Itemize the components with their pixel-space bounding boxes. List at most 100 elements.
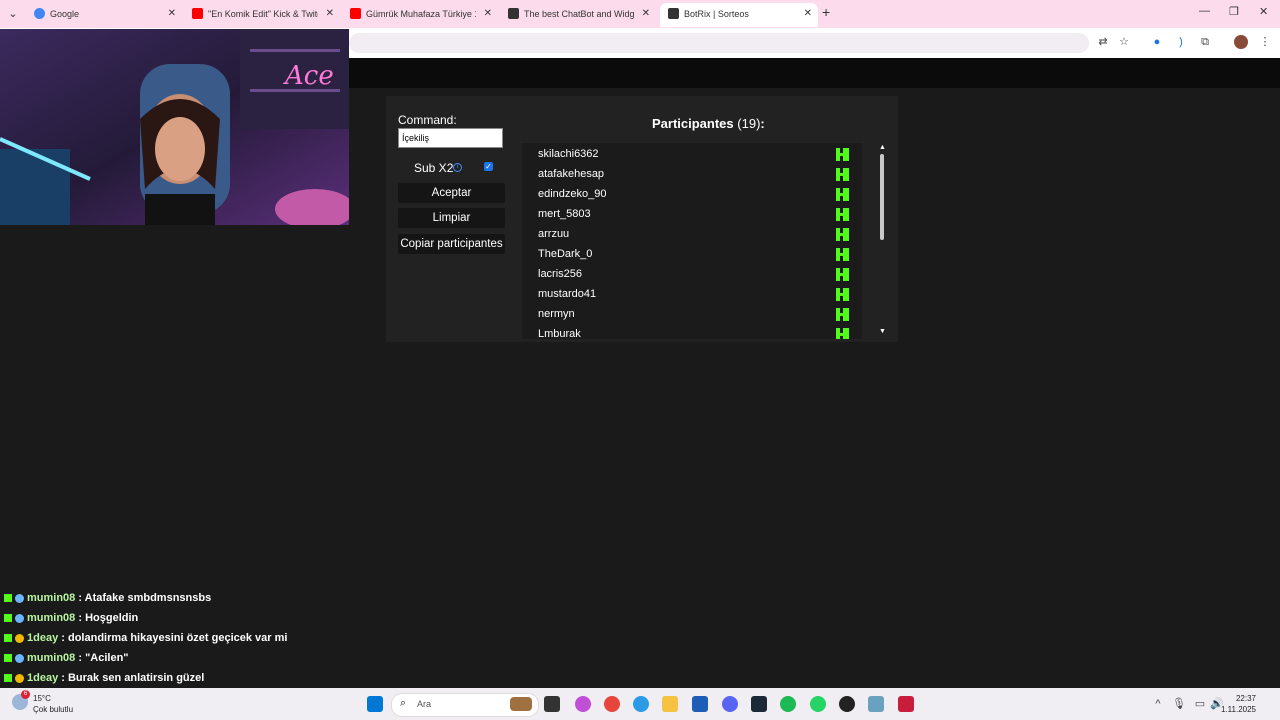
task-view-icon[interactable]	[544, 696, 560, 712]
translate-icon[interactable]: ⇄	[1096, 35, 1110, 49]
clock-time[interactable]: 22:37	[1236, 694, 1256, 703]
store-icon[interactable]	[692, 696, 708, 712]
badge-icon	[15, 653, 24, 663]
app-icon[interactable]	[868, 696, 884, 712]
participant-name: skilachi6362	[538, 148, 599, 160]
clock-date[interactable]: 1.11.2025	[1221, 705, 1256, 714]
chrome-icon[interactable]	[604, 696, 620, 712]
tab-title: Gümrük Muhafaza Türkiye 16. E…	[366, 9, 476, 19]
participant-name: TheDark_0	[538, 248, 593, 260]
participant-name: atafakehesap	[538, 168, 605, 180]
chat-text: "Acilen"	[85, 652, 129, 664]
close-icon[interactable]: ✕	[642, 3, 650, 25]
bookmark-star-icon[interactable]: ☆	[1117, 35, 1131, 49]
more-menu-icon[interactable]: ⋮	[1258, 35, 1272, 49]
chat-separator: :	[75, 652, 86, 664]
accept-button[interactable]: Aceptar	[398, 183, 505, 203]
tab-title: Google	[50, 9, 80, 19]
scrollbar-thumb[interactable]	[880, 154, 884, 240]
minimize-icon[interactable]: —	[1199, 5, 1210, 17]
sub-x2-checkbox[interactable]: ✓	[484, 162, 493, 171]
command-label: Command:	[398, 113, 457, 127]
kick-icon	[4, 594, 12, 603]
steam-icon[interactable]	[751, 696, 767, 712]
tab-google[interactable]: Google ✕	[26, 3, 182, 27]
list-item: nermyn	[538, 304, 858, 324]
extensions-puzzle-icon[interactable]: ⧉	[1198, 35, 1212, 49]
scroll-up-arrow-icon[interactable]: ▲	[879, 144, 886, 151]
clear-button[interactable]: Limpiar	[398, 208, 505, 228]
whatsapp-icon[interactable]	[810, 696, 826, 712]
browser-tab-bar: ⌄ Google ✕ "En Komik Edit" Kick & Twitch…	[0, 0, 1280, 28]
search-placeholder: Ara	[417, 699, 432, 709]
participant-name: arrzuu	[538, 228, 570, 240]
participant-name: mert_5803	[538, 208, 591, 220]
list-item: mert_5803	[538, 204, 858, 224]
weather-badge: 6	[21, 690, 30, 699]
list-item: mustardo41	[538, 284, 858, 304]
chat-separator: :	[75, 612, 86, 624]
youtube-icon	[350, 8, 361, 19]
weather-temp: 15°C	[33, 694, 51, 703]
badge-icon	[15, 633, 24, 643]
taskbar-search[interactable]: ⌕ Ara	[391, 693, 539, 717]
chat-separator: :	[58, 672, 68, 684]
botrix-icon	[508, 8, 519, 19]
info-icon[interactable]: i	[453, 163, 462, 172]
tab-botrix-sorteos[interactable]: BotRix | Sorteos ✕	[660, 3, 818, 27]
close-window-icon[interactable]: ✕	[1259, 5, 1268, 18]
kick-icon	[836, 308, 849, 321]
omnibox[interactable]	[349, 33, 1089, 53]
webcam-overlay: Ace	[0, 29, 349, 225]
tab-search-chevron-icon[interactable]: ⌄	[4, 5, 22, 23]
network-icon[interactable]: ▭	[1193, 697, 1207, 711]
tab-youtube-2[interactable]: Gümrük Muhafaza Türkiye 16. E… ✕	[342, 3, 498, 27]
giveaway-panel: Command: Sub X2 i ✓ Aceptar Limpiar Copi…	[386, 96, 898, 342]
copilot-icon[interactable]	[575, 696, 591, 712]
search-highlight-icon	[510, 697, 532, 711]
app-icon[interactable]	[898, 696, 914, 712]
chat-separator: :	[58, 632, 68, 644]
kick-icon	[836, 328, 849, 339]
spotify-icon[interactable]	[780, 696, 796, 712]
chat-message: mumin08 : Atafake smbdmsnsnsbs	[4, 590, 211, 606]
copy-participants-button[interactable]: Copiar participantes	[398, 234, 505, 254]
kick-icon	[836, 188, 849, 201]
read-aloud-icon[interactable]: )	[1174, 35, 1188, 49]
list-item: atafakehesap	[538, 164, 858, 184]
extension-icon[interactable]: ●	[1150, 35, 1164, 49]
chat-username: mumin08	[27, 592, 76, 604]
edge-icon[interactable]	[633, 696, 649, 712]
restore-icon[interactable]: ❐	[1229, 5, 1239, 18]
new-tab-button[interactable]: +	[822, 4, 830, 20]
kick-icon	[4, 634, 12, 643]
badge-icon	[15, 673, 24, 683]
microphone-icon[interactable]: 🎙	[1172, 697, 1186, 711]
profile-avatar[interactable]	[1234, 35, 1248, 49]
tray-chevron-icon[interactable]: ^	[1151, 697, 1165, 711]
list-item: lacris256	[538, 264, 858, 284]
close-icon[interactable]: ✕	[326, 3, 334, 25]
close-icon[interactable]: ✕	[804, 3, 812, 25]
obs-icon[interactable]	[839, 696, 855, 712]
chat-username: mumin08	[27, 612, 76, 624]
tab-title: BotRix | Sorteos	[684, 9, 749, 19]
kick-icon	[836, 148, 849, 161]
command-input[interactable]	[398, 128, 503, 148]
scroll-down-arrow-icon[interactable]: ▼	[879, 328, 886, 335]
windows-start-icon[interactable]	[367, 696, 383, 712]
tab-youtube-1[interactable]: "En Komik Edit" Kick & Twitch … ✕	[184, 3, 340, 27]
participants-count: (19)	[737, 116, 761, 131]
discord-icon[interactable]	[722, 696, 738, 712]
file-explorer-icon[interactable]	[662, 696, 678, 712]
participant-name: Lmburak	[538, 328, 581, 339]
tab-chatbot[interactable]: The best ChatBot and Widgets … ✕	[500, 3, 656, 27]
participant-name: nermyn	[538, 308, 575, 320]
close-icon[interactable]: ✕	[168, 3, 176, 25]
close-icon[interactable]: ✕	[484, 3, 492, 25]
kick-icon	[4, 614, 12, 623]
chat-username: 1deay	[27, 632, 59, 644]
google-icon	[34, 8, 45, 19]
chat-text: dolandirma hikayesini özet geçicek var m…	[67, 632, 288, 644]
list-item: skilachi6362	[538, 144, 858, 164]
